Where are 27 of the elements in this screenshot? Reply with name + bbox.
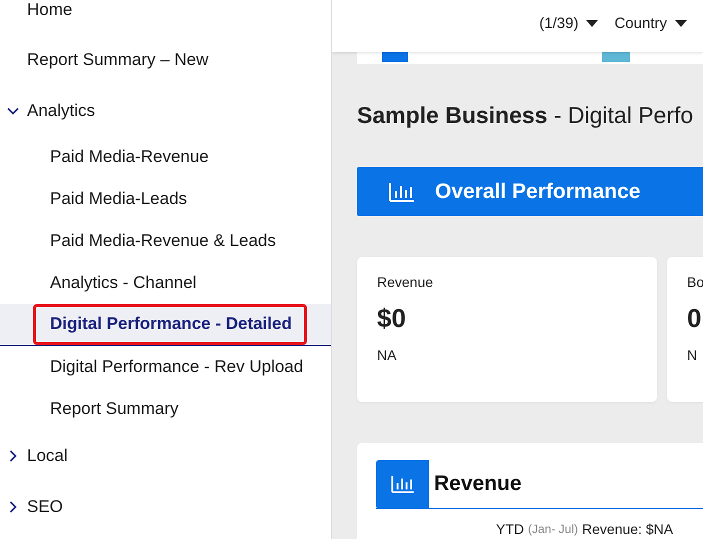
date-range: (Jan- Jul) — [528, 522, 578, 536]
period-label: YTD — [496, 521, 524, 537]
kpi-label: Revenue — [377, 274, 434, 290]
banner-title: Overall Performance — [435, 180, 640, 204]
filter-dropdown[interactable]: Country — [610, 10, 691, 36]
section-title: Revenue — [434, 472, 522, 496]
kpi-value: 0 — [687, 303, 702, 334]
kpi-value: $0 — [377, 303, 407, 334]
sidebar-item[interactable]: Paid Media-Revenue — [0, 136, 331, 178]
sidebar-item[interactable]: Paid Media-Leads — [0, 178, 331, 220]
sidebar-item[interactable]: Digital Performance - Rev Upload — [0, 346, 331, 388]
sidebar-item[interactable]: Local — [0, 430, 331, 481]
page-title: Sample Business - Digital Perfo — [357, 102, 694, 130]
sidebar-item[interactable]: SEO — [0, 481, 331, 532]
sidebar-item[interactable]: Home — [0, 0, 331, 34]
sidebar-item[interactable]: Report Summary – New — [0, 34, 331, 85]
sidebar-item[interactable]: Analytics — [0, 85, 331, 136]
kpi-change: N — [687, 347, 698, 363]
revenue-summary: Revenue: $NA — [582, 521, 674, 537]
kpi-change: NA — [377, 347, 398, 363]
sidebar-item[interactable]: Paid Media-Revenue & Leads — [0, 220, 331, 262]
sidebar-item[interactable]: Analytics - Channel — [0, 262, 331, 304]
sidebar-item[interactable]: Report Summary — [0, 388, 331, 430]
caret-icon — [675, 20, 687, 26]
filter-dropdown[interactable]: (1/39) — [535, 10, 602, 36]
caret-icon — [586, 20, 598, 26]
sidebar-item[interactable]: Digital Performance - Detailed — [0, 304, 331, 346]
